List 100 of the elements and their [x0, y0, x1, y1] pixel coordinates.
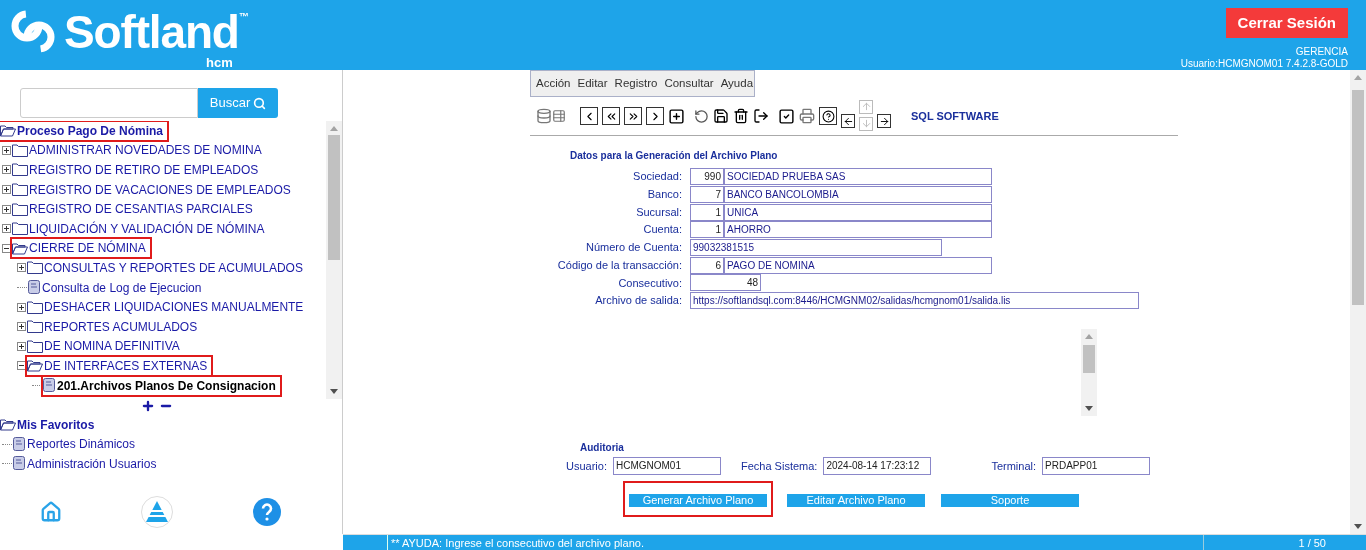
scroll-thumb[interactable]	[328, 135, 340, 260]
tree-item[interactable]: Mis Favoritos	[0, 415, 99, 434]
checkbox-icon[interactable]	[778, 107, 795, 125]
undo-icon[interactable]	[694, 108, 709, 124]
field-label: Código de la transacción:	[556, 257, 683, 273]
audit-field[interactable]: PRDAPP01	[1042, 457, 1150, 476]
description-field[interactable]: UNICA	[724, 203, 992, 221]
expand-icon[interactable]	[2, 224, 11, 234]
open-folder-icon	[27, 359, 43, 373]
description-field[interactable]: SOCIEDAD PRUEBA SAS	[724, 168, 992, 186]
field-label: Cuenta:	[642, 222, 683, 238]
tree-item[interactable]: Administración Usuarios	[13, 455, 161, 473]
table-icon[interactable]	[536, 108, 566, 124]
printer-icon[interactable]	[799, 108, 815, 124]
audit-title: Auditoria	[580, 441, 625, 456]
exit-icon[interactable]	[753, 108, 769, 124]
menu-item[interactable]: Editar	[577, 74, 608, 93]
expand-icon[interactable]	[2, 145, 11, 155]
expand-icon[interactable]	[17, 341, 26, 351]
expand-icon[interactable]	[17, 322, 26, 332]
code-field[interactable]: 6	[690, 256, 724, 274]
last-icon[interactable]	[624, 107, 642, 125]
help-icon[interactable]	[819, 107, 837, 125]
scroll-down-icon[interactable]	[1085, 406, 1093, 413]
logout-button[interactable]: Cerrar Sesión	[1225, 8, 1348, 38]
tree-item[interactable]: ADMINISTRAR NOVEDADES DE NOMINA	[12, 141, 266, 160]
previous-icon[interactable]	[580, 107, 598, 125]
expand-icon[interactable]	[2, 165, 11, 175]
scroll-down-icon[interactable]	[1354, 524, 1362, 530]
brand-name: Softland	[64, 8, 239, 56]
collapse-icon[interactable]	[2, 243, 11, 253]
folder-icon	[12, 222, 28, 236]
scrollbar[interactable]	[1081, 329, 1097, 417]
first-icon[interactable]	[602, 107, 620, 125]
next-icon[interactable]	[646, 107, 664, 125]
folder-icon	[12, 143, 28, 157]
tree-item[interactable]: CIERRE DE NÓMINA	[12, 239, 150, 258]
search-field[interactable]	[19, 88, 198, 118]
expand-icon[interactable]	[2, 204, 11, 214]
tree-item[interactable]: REGISTRO DE CESANTIAS PARCIALES	[12, 200, 257, 219]
menu-item[interactable]: Ayuda	[720, 74, 754, 93]
field-label: Sucursal:	[635, 204, 683, 220]
tree-item[interactable]: Consulta de Log de Ejecucion	[28, 278, 206, 297]
save-icon[interactable]	[713, 108, 729, 124]
field-label: Sociedad:	[632, 169, 683, 185]
folder-icon	[12, 202, 28, 216]
account-number-field[interactable]: 99032381515	[690, 238, 942, 256]
field-label: Consecutivo:	[617, 275, 683, 291]
scrollbar[interactable]	[326, 121, 342, 399]
audit-label: Terminal:	[991, 458, 1036, 474]
menu-item[interactable]: Acción	[536, 74, 571, 93]
home-icon[interactable]	[39, 501, 62, 523]
tree-item[interactable]: REGISTRO DE RETIRO DE EMPLEADOS	[12, 161, 263, 179]
folder-icon	[27, 339, 43, 353]
scrollbar[interactable]	[1350, 70, 1366, 534]
tree-item[interactable]: CONSULTAS Y REPORTES DE ACUMULADOS	[27, 258, 307, 277]
audit-label: Fecha Sistema:	[740, 458, 818, 474]
tree-item[interactable]: Reportes Dinámicos	[13, 435, 140, 454]
tree-item[interactable]: Proceso Pago De Nómina	[0, 121, 168, 140]
field-label: Archivo de salida:	[594, 293, 683, 309]
tree-item[interactable]: REPORTES ACUMULADOS	[27, 317, 202, 336]
expand-icon[interactable]	[17, 302, 26, 312]
trash-icon[interactable]	[733, 108, 749, 124]
audit-field[interactable]: HCMGNOM01	[612, 457, 721, 476]
audit-field[interactable]: 2024-08-14 17:23:12	[823, 457, 932, 476]
description-field[interactable]: PAGO DE NOMINA	[724, 256, 992, 274]
open-folder-icon	[12, 241, 28, 255]
folder-icon	[27, 261, 43, 275]
code-field[interactable]: 7	[690, 185, 724, 203]
description-field[interactable]: BANCO BANCOLOMBIA	[724, 185, 992, 203]
number-field[interactable]: 48	[690, 274, 761, 292]
field-label: Número de Cuenta:	[585, 240, 683, 256]
tree-item[interactable]: 201.Archivos Planos De Consignacion	[43, 376, 280, 395]
expand-icon[interactable]	[2, 185, 11, 195]
tree-item[interactable]: DE INTERFACES EXTERNAS	[27, 356, 212, 375]
product-name: hcm	[206, 56, 233, 69]
field-label: Banco:	[646, 187, 683, 203]
role-label: GERENCIA	[1295, 46, 1348, 58]
pyramid-icon[interactable]	[141, 496, 173, 528]
scroll-down-icon[interactable]	[330, 389, 338, 395]
expand-all-icon[interactable]	[141, 399, 155, 413]
document-icon	[13, 456, 26, 472]
tree-item[interactable]: REGISTRO DE VACACIONES DE EMPLEADOS	[12, 180, 295, 199]
scroll-thumb[interactable]	[1352, 90, 1364, 305]
collapse-icon[interactable]	[17, 361, 26, 371]
tree-item[interactable]: DESHACER LIQUIDACIONES MANUALMENTE	[27, 298, 308, 317]
output-file-field[interactable]: https://softlandsql.com:8446/HCMGNM02/salidas/hcmgnom01/salida.lis	[690, 291, 1139, 309]
tree-item[interactable]: LIQUIDACIÓN Y VALIDACIÓN DE NÓMINA	[12, 219, 269, 238]
add-icon[interactable]	[668, 107, 685, 125]
code-field[interactable]: 1	[690, 203, 724, 221]
menu-item[interactable]: Registro	[614, 74, 658, 93]
description-field[interactable]: AHORRO	[724, 221, 992, 239]
folder-icon	[12, 163, 28, 177]
expand-icon[interactable]	[17, 263, 26, 273]
code-field[interactable]: 1	[690, 221, 724, 239]
menu-item[interactable]: Consultar	[664, 74, 714, 93]
code-field[interactable]: 990	[690, 168, 724, 186]
tree-item[interactable]: DE NOMINA DEFINITIVA	[27, 337, 184, 356]
scroll-thumb[interactable]	[1083, 345, 1095, 374]
user-info: Usuario:HCMGNOM01 7.4.2.8-GOLD	[1180, 58, 1348, 70]
